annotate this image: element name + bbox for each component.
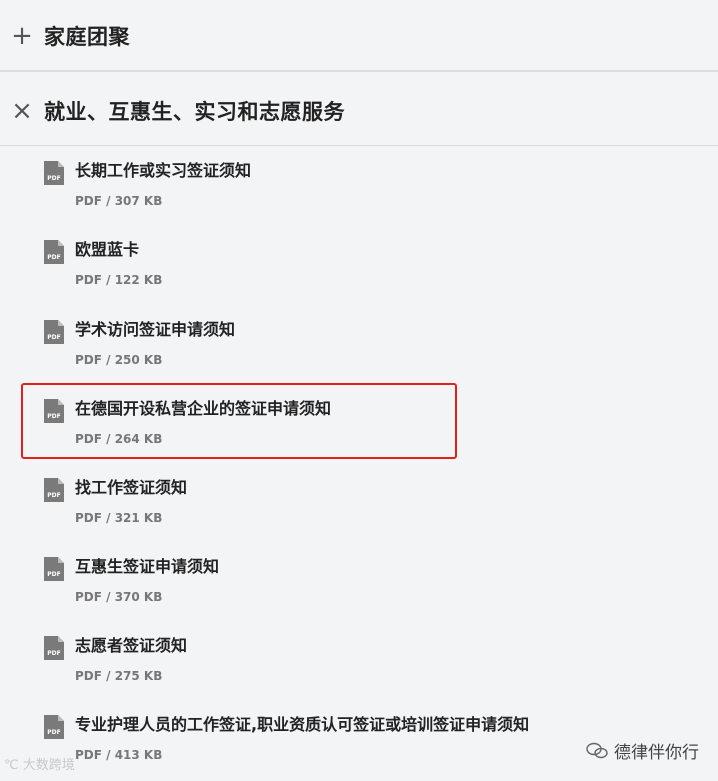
- expand-icon[interactable]: +: [0, 23, 44, 49]
- document-meta: PDF / 321 KB: [75, 511, 163, 525]
- document-title[interactable]: 志愿者签证须知: [75, 632, 187, 656]
- pdf-file-icon: PDF: [44, 715, 64, 739]
- section-title: 家庭团聚: [44, 25, 130, 49]
- document-meta: PDF / 370 KB: [75, 590, 163, 604]
- pdf-file-icon: PDF: [44, 161, 64, 185]
- document-title[interactable]: 欧盟蓝卡: [75, 236, 139, 260]
- document-meta: PDF / 413 KB: [75, 748, 163, 762]
- pdf-icon-label: PDF: [47, 650, 60, 657]
- divider: [0, 70, 718, 72]
- highlight-box: [21, 383, 457, 459]
- pdf-icon-label: PDF: [47, 334, 60, 341]
- document-meta: PDF / 307 KB: [75, 194, 163, 208]
- document-item[interactable]: PDF 互惠生签证申请须知 PDF / 370 KB: [44, 553, 684, 617]
- divider: [0, 145, 718, 146]
- document-item[interactable]: PDF 志愿者签证须知 PDF / 275 KB: [44, 632, 684, 696]
- document-title[interactable]: 长期工作或实习签证须知: [75, 157, 251, 181]
- section-family-reunion[interactable]: + 家庭团聚: [0, 14, 718, 58]
- watermark-left: ℃ 大数跨境: [4, 754, 75, 773]
- document-item[interactable]: PDF 欧盟蓝卡 PDF / 122 KB: [44, 236, 684, 300]
- section-title: 就业、互惠生、实习和志愿服务: [44, 100, 345, 124]
- wechat-icon: [586, 742, 608, 758]
- document-item[interactable]: PDF 找工作签证须知 PDF / 321 KB: [44, 474, 684, 538]
- watermark-left-text: 大数跨境: [22, 758, 75, 773]
- collapse-icon[interactable]: ×: [0, 98, 44, 124]
- pdf-file-icon: PDF: [44, 557, 64, 581]
- pdf-file-icon: PDF: [44, 240, 64, 264]
- document-item[interactable]: PDF 长期工作或实习签证须知 PDF / 307 KB: [44, 157, 684, 221]
- pdf-file-icon: PDF: [44, 320, 64, 344]
- document-item[interactable]: PDF 学术访问签证申请须知 PDF / 250 KB: [44, 316, 684, 380]
- pdf-file-icon: PDF: [44, 478, 64, 502]
- watermark-right-text: 德律伴你行: [614, 743, 699, 763]
- watermark-right: 德律伴你行: [586, 738, 699, 763]
- document-title[interactable]: 找工作签证须知: [75, 474, 187, 498]
- document-meta: PDF / 122 KB: [75, 273, 163, 287]
- document-title[interactable]: 互惠生签证申请须知: [75, 553, 219, 577]
- section-employment[interactable]: × 就业、互惠生、实习和志愿服务: [0, 89, 718, 133]
- watermark-logo-icon: ℃: [4, 758, 23, 773]
- pdf-icon-label: PDF: [47, 175, 60, 182]
- pdf-file-icon: PDF: [44, 636, 64, 660]
- document-meta: PDF / 275 KB: [75, 669, 163, 683]
- document-title[interactable]: 学术访问签证申请须知: [75, 316, 235, 340]
- pdf-icon-label: PDF: [47, 729, 60, 736]
- pdf-icon-label: PDF: [47, 571, 60, 578]
- document-meta: PDF / 250 KB: [75, 353, 163, 367]
- pdf-icon-label: PDF: [47, 254, 60, 261]
- pdf-icon-label: PDF: [47, 492, 60, 499]
- document-title[interactable]: 专业护理人员的工作签证,职业资质认可签证或培训签证申请须知: [75, 711, 529, 735]
